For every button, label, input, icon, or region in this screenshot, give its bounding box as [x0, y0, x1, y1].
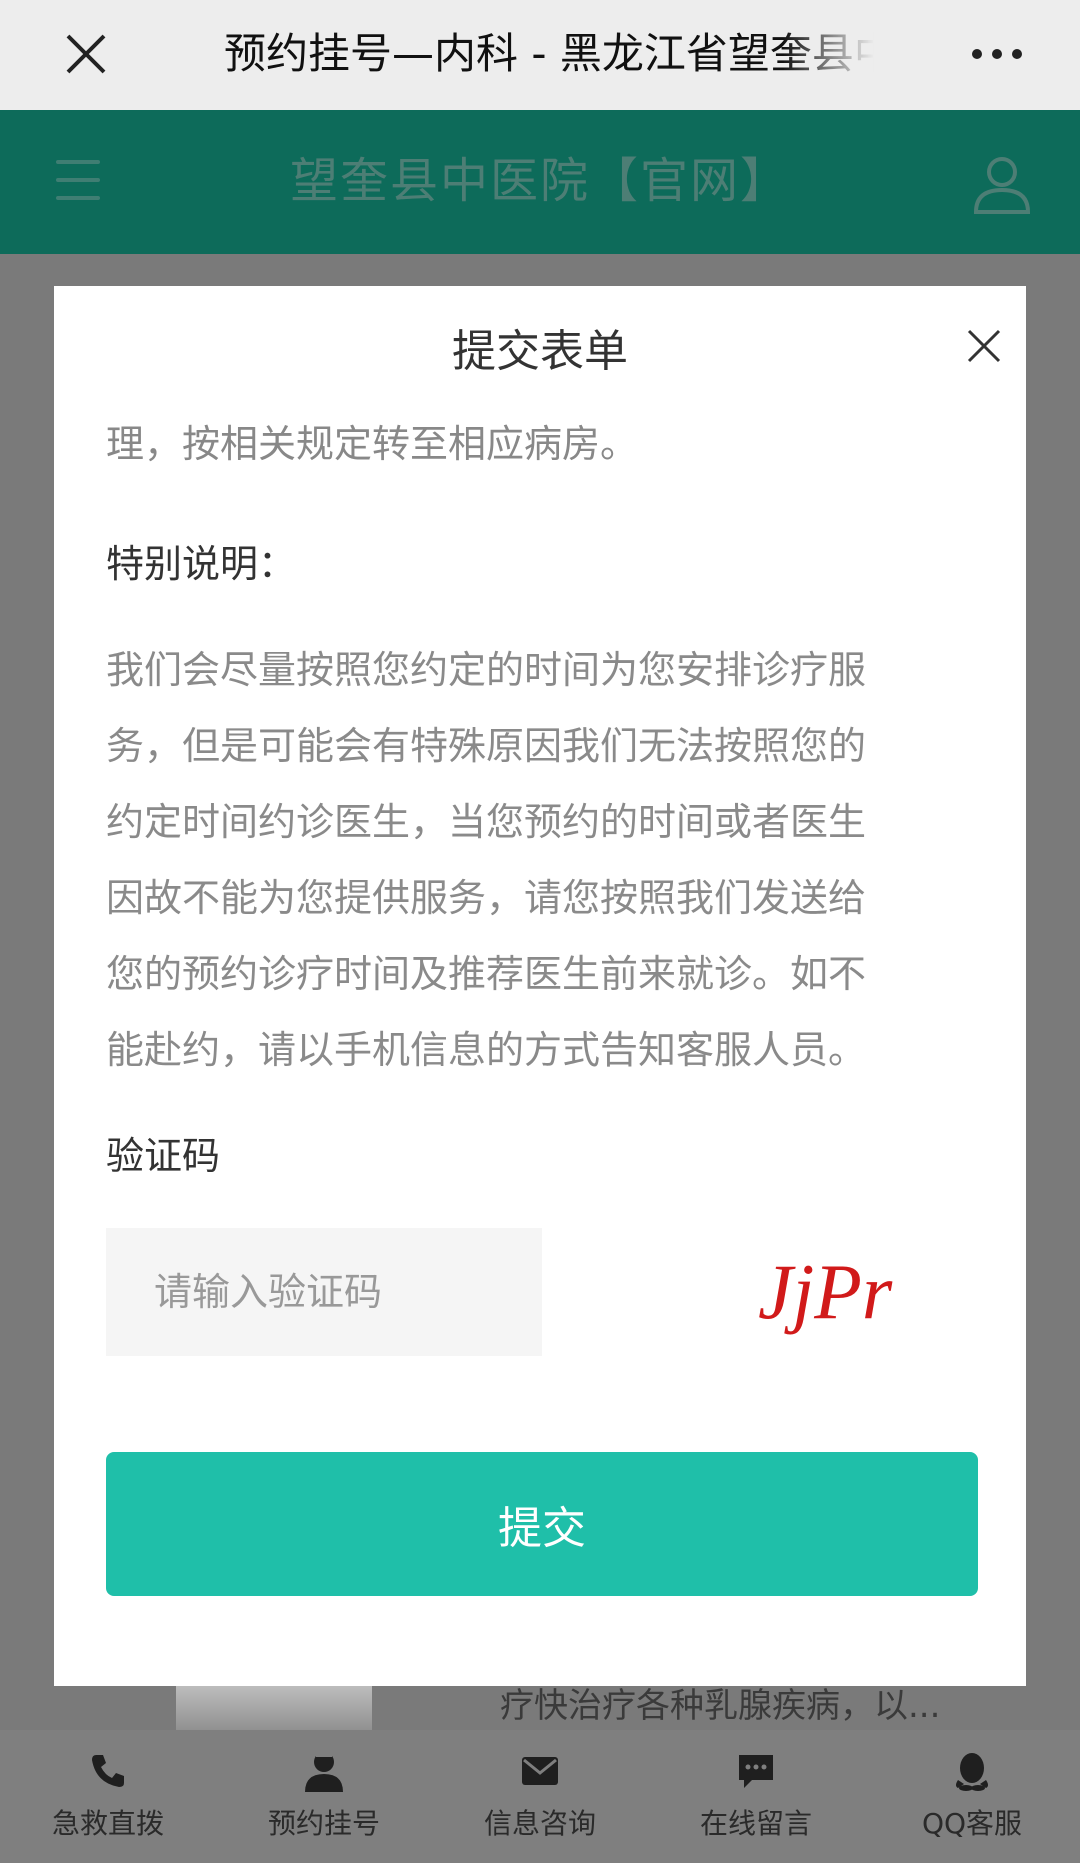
mail-icon — [517, 1748, 563, 1794]
nav-item-appointment[interactable]: 预约挂号 — [216, 1730, 432, 1863]
nav-item-qq-service[interactable]: QQ客服 — [864, 1730, 1080, 1863]
doctor-icon — [301, 1748, 347, 1794]
background-article-text: 疗快治疗各种乳腺疾病，以... — [500, 1686, 941, 1726]
special-note-line: 务，但是可能会有特殊原因我们无法按照您的 — [106, 724, 867, 768]
special-note-line: 约定时间约诊医生，当您预约的时间或者医生 — [106, 800, 867, 844]
nav-label: 预约挂号 — [267, 1807, 380, 1840]
modal-close-icon[interactable] — [966, 328, 1002, 364]
special-note-body: 我们会尽量按照您约定的时间为您安排诊疗服 务，但是可能会有特殊原因我们无法按照您… — [106, 632, 966, 1088]
browser-top-bar: 预约挂号—内科 - 黑龙江省望奎县中医院 — [0, 0, 1080, 110]
notice-text-tail: 理，按相关规定转至相应病房。 — [106, 422, 639, 466]
bottom-nav: 急救直拨 预约挂号 信息咨询 在线留言 QQ客服 — [0, 1730, 1080, 1863]
nav-label: 在线留言 — [699, 1807, 812, 1840]
special-note-line: 能赴约，请以手机信息的方式告知客服人员。 — [106, 1028, 867, 1072]
captcha-text: JjPr — [758, 1248, 893, 1335]
user-icon[interactable] — [972, 154, 1032, 216]
special-note-line: 因故不能为您提供服务，请您按照我们发送给 — [106, 876, 867, 920]
captcha-label: 验证码 — [106, 1134, 221, 1178]
nav-label: 信息咨询 — [483, 1807, 596, 1840]
special-note-line: 我们会尽量按照您约定的时间为您安排诊疗服 — [106, 648, 867, 692]
browser-title: 预约挂号—内科 - 黑龙江省望奎县中医院 — [224, 29, 874, 78]
doctor-photo — [176, 1686, 372, 1732]
nav-item-online-message[interactable]: 在线留言 — [648, 1730, 864, 1863]
nav-label: 急救直拨 — [51, 1807, 164, 1840]
phone-icon — [85, 1748, 131, 1794]
submit-button[interactable]: 提交 — [106, 1452, 978, 1596]
special-note-heading: 特别说明： — [106, 542, 297, 586]
nav-item-info-consult[interactable]: 信息咨询 — [432, 1730, 648, 1863]
more-dots-icon[interactable] — [972, 34, 1022, 74]
site-name: 望奎县中医院【官网】 — [289, 153, 790, 209]
background-content-strip: 疗快治疗各种乳腺疾病，以... — [0, 1686, 1080, 1732]
nav-item-emergency-call[interactable]: 急救直拨 — [0, 1730, 216, 1863]
special-note-line: 您的预约诊疗时间及推荐医生前来就诊。如不 — [106, 952, 867, 996]
chat-icon — [733, 1748, 779, 1794]
modal-title: 提交表单 — [452, 326, 628, 377]
qq-icon — [949, 1748, 995, 1794]
captcha-image[interactable]: JjPr — [746, 1232, 946, 1352]
site-header: 望奎县中医院【官网】 — [0, 110, 1080, 254]
captcha-input[interactable] — [106, 1228, 542, 1356]
submit-form-modal: 提交表单 理，按相关规定转至相应病房。 特别说明： 我们会尽量按照您约定的时间为… — [54, 286, 1026, 1686]
close-icon[interactable] — [62, 30, 110, 78]
nav-label: QQ客服 — [921, 1807, 1023, 1840]
